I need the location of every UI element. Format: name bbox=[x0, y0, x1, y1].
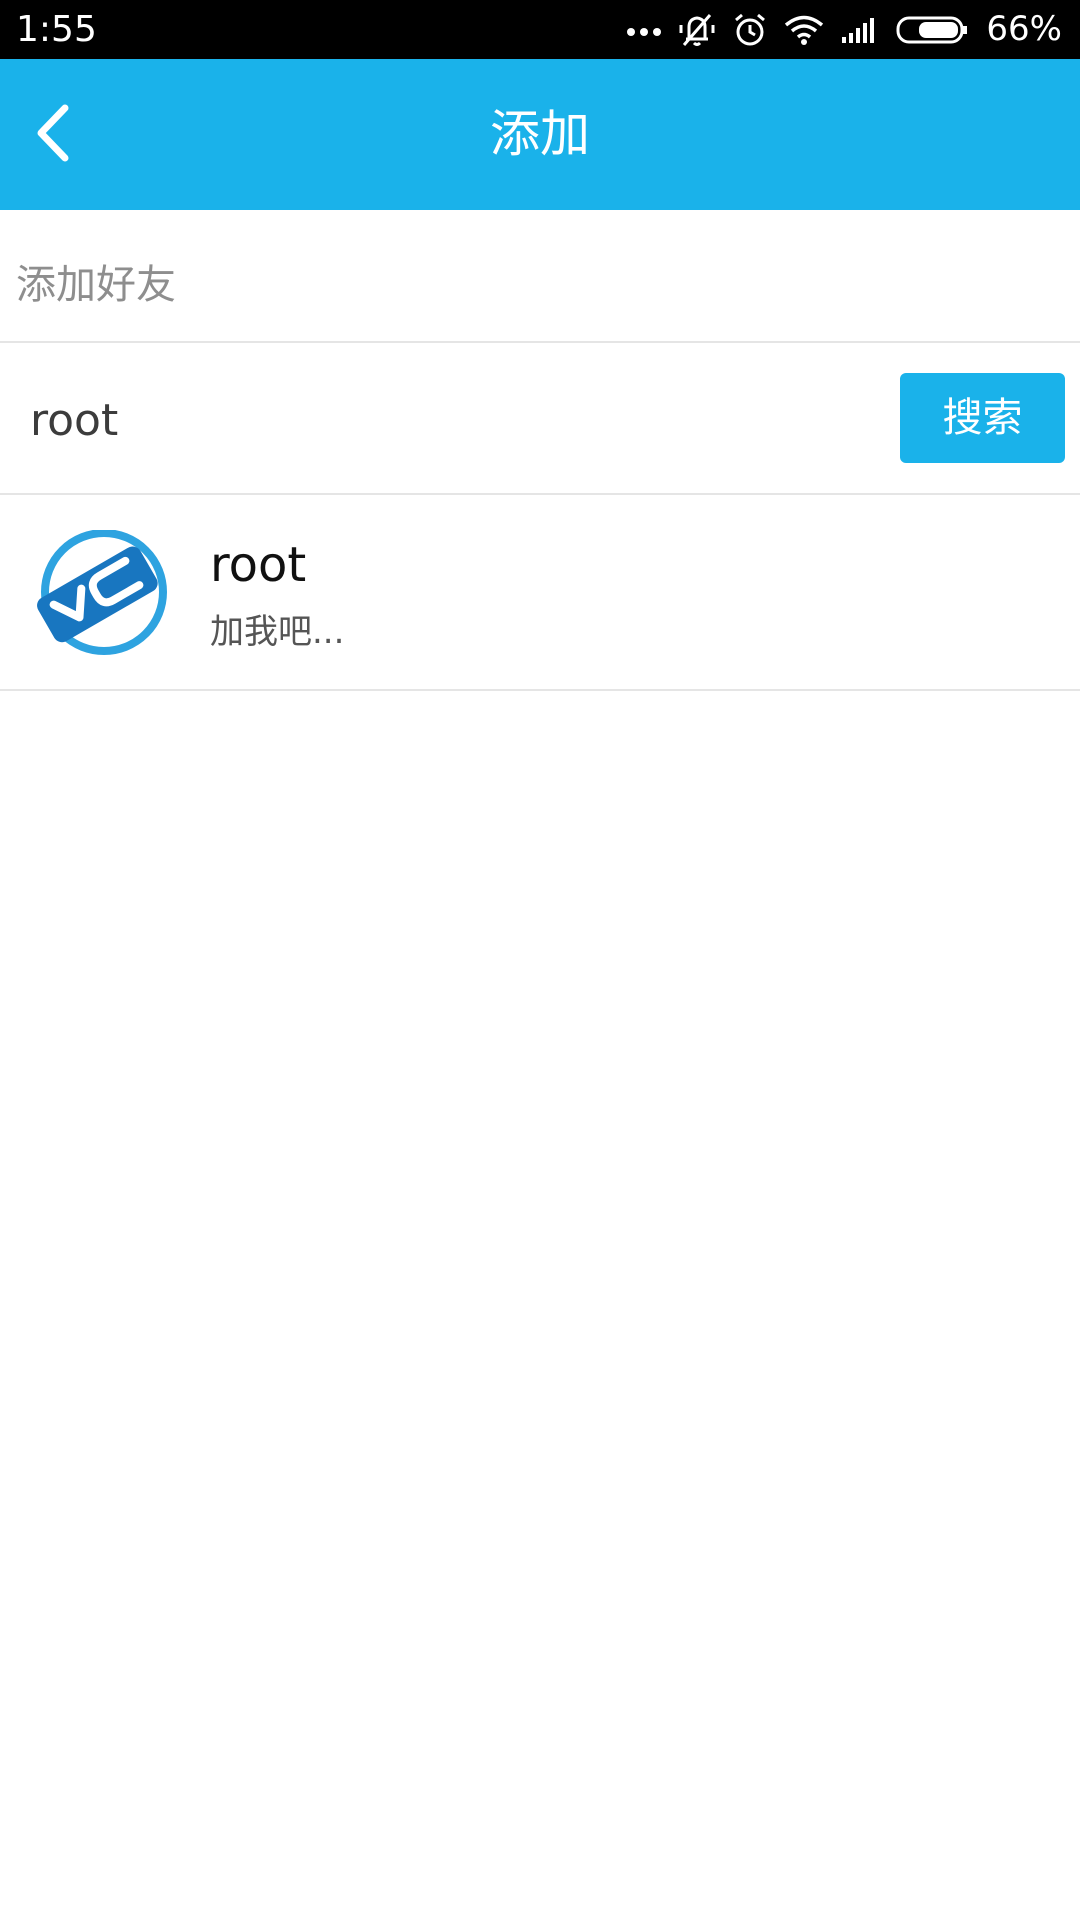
battery-percentage: 66% bbox=[986, 9, 1062, 49]
title-bar: 添加 bbox=[0, 59, 1080, 210]
more-dots-icon bbox=[626, 23, 662, 37]
vibrate-off-icon bbox=[678, 11, 716, 49]
status-icons: 66% bbox=[626, 0, 1062, 59]
search-input[interactable] bbox=[30, 380, 880, 460]
avatar bbox=[34, 529, 174, 655]
chevron-left-icon bbox=[31, 102, 75, 168]
section-label: 添加好友 bbox=[16, 262, 176, 308]
page-title: 添加 bbox=[490, 105, 590, 163]
battery-icon bbox=[896, 15, 968, 45]
list-item[interactable]: root 加我吧... bbox=[0, 494, 1080, 689]
status-time: 1:55 bbox=[16, 9, 97, 50]
search-button[interactable]: 搜索 bbox=[900, 373, 1065, 463]
status-bar: 1:55 66% bbox=[0, 0, 1080, 59]
wifi-icon bbox=[784, 14, 824, 46]
alarm-icon bbox=[732, 12, 768, 48]
signal-icon bbox=[840, 15, 880, 45]
result-signature: 加我吧... bbox=[210, 612, 345, 652]
divider bbox=[0, 689, 1080, 691]
screen: 1:55 66% 添加 添加好友 root 搜索 root 加我吧... bbox=[0, 0, 1080, 1920]
back-button[interactable] bbox=[18, 99, 88, 171]
result-name: root bbox=[210, 537, 307, 593]
divider bbox=[0, 341, 1080, 343]
